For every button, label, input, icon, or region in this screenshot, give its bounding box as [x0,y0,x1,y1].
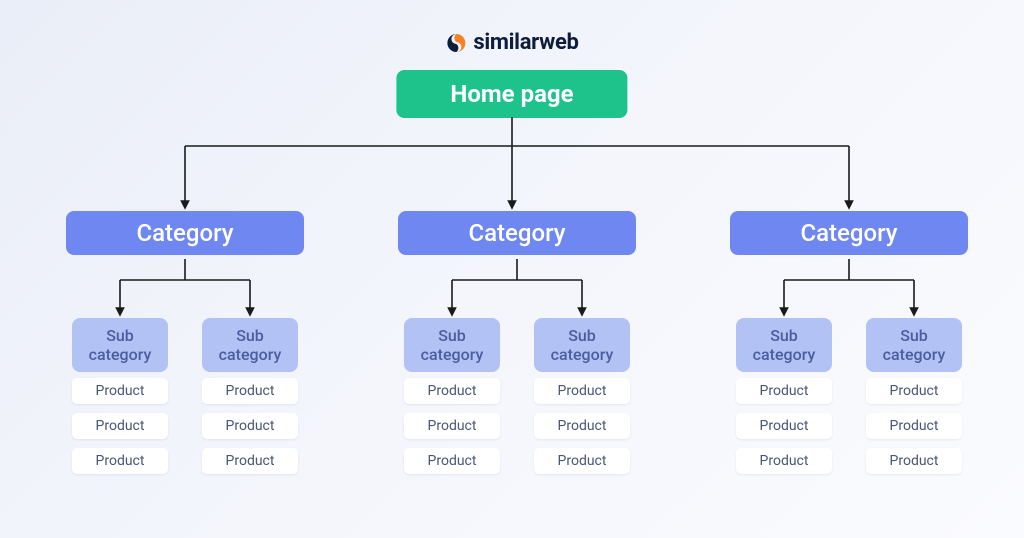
product-node: Product [72,378,168,404]
product-node: Product [736,413,832,439]
subcategory-label: Subcategory [551,326,614,364]
root-node-home-page: Home page [396,70,627,118]
category-node: Category [398,211,636,255]
product-node: Product [404,448,500,474]
product-node: Product [534,413,630,439]
product-node: Product [404,378,500,404]
product-node: Product [72,448,168,474]
product-node: Product [202,413,298,439]
product-node: Product [866,413,962,439]
subcategory-node: Subcategory [534,318,630,372]
subcategory-label: Subcategory [753,326,816,364]
product-node: Product [202,448,298,474]
subcategory-node: Subcategory [736,318,832,372]
subcategory-label: Subcategory [883,326,946,364]
product-node: Product [736,378,832,404]
subcategory-node: Subcategory [202,318,298,372]
subcategory-label: Subcategory [89,326,152,364]
product-node: Product [866,448,962,474]
category-node: Category [66,211,304,255]
subcategory-label: Subcategory [219,326,282,364]
product-node: Product [72,413,168,439]
product-node: Product [202,378,298,404]
brand-name: similarweb [473,30,578,55]
subcategory-node: Subcategory [72,318,168,372]
subcategory-label: Subcategory [421,326,484,364]
product-node: Product [534,448,630,474]
similarweb-logo-icon [445,32,467,54]
subcategory-node: Subcategory [866,318,962,372]
category-node: Category [730,211,968,255]
product-node: Product [534,378,630,404]
product-node: Product [866,378,962,404]
subcategory-node: Subcategory [404,318,500,372]
product-node: Product [404,413,500,439]
product-node: Product [736,448,832,474]
brand-logo: similarweb [445,30,578,55]
